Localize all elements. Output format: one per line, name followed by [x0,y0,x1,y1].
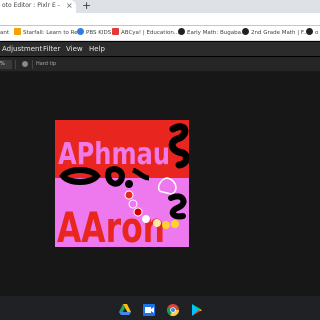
drawn-text-bottom: AAron [57,203,165,247]
brush-preview-icon[interactable] [22,61,28,67]
black-dot [125,180,133,188]
address-bar[interactable] [0,13,320,26]
bookmark-label: ant [0,30,10,36]
globe-icon [178,28,185,35]
toolbar-divider [15,60,16,69]
abcya-icon [112,28,119,35]
toolbar-divider [32,60,33,69]
bookmark-2nd-grade-math[interactable]: 2nd Grade Math | F... [242,28,308,38]
app-menu-bar: Adjustment Filter View Help [0,42,320,56]
bookmark-label: 2nd Grade Math | F... [251,30,309,36]
new-tab-button[interactable]: + [82,0,91,12]
bookmark-abcya[interactable]: ABCya! | Education... [112,28,179,38]
tool-options-bar: % Hard tip [0,57,320,72]
brush-type-label[interactable]: Hard tip [36,60,56,69]
google-play-icon[interactable] [190,303,204,317]
white-outline-shape [157,177,177,195]
bookmarks-bar: ant Starfall: Learn to Re... PBS KIDS AB… [0,26,320,41]
menu-adjustment[interactable]: Adjustment [2,44,42,54]
bookmark-early-math[interactable]: Early Math: Bugaba... [178,28,246,38]
google-meet-icon[interactable] [142,303,156,317]
os-taskbar [0,296,320,320]
starfall-icon [14,28,21,35]
color-dot [171,220,179,228]
image-canvas[interactable]: APhmau AAron [55,120,189,247]
bookmark-starfall[interactable]: Starfall: Learn to Re... [14,28,83,38]
google-drive-icon[interactable] [118,303,132,317]
menu-help[interactable]: Help [89,44,105,54]
chrome-icon[interactable] [166,303,180,317]
browser-tab-strip: oto Editor : Pixlr E - free imag × + [0,0,320,13]
brush-size-select[interactable]: % [0,60,12,69]
color-dot [162,221,170,229]
color-dot [133,207,143,217]
tab-close-icon[interactable]: × [66,1,73,11]
canvas-artwork: APhmau AAron [55,120,189,247]
globe-icon [306,28,313,35]
bookmark-label: PBS KIDS [86,30,112,36]
color-dot [153,219,161,227]
browser-tab-pixlr[interactable]: oto Editor : Pixlr E - free imag × [0,0,76,13]
bookmark-label: Early Math: Bugaba... [187,30,247,36]
color-dot [124,190,134,200]
pbs-kids-icon [77,28,84,35]
globe-icon [242,28,249,35]
tab-title: oto Editor : Pixlr E - free imag [2,2,60,9]
color-dot [142,215,150,223]
bookmark-label: o [315,30,319,36]
bookmark-label: Starfall: Learn to Re... [23,30,83,36]
bookmark-item[interactable]: ant [0,28,9,38]
menu-view[interactable]: View [66,44,83,54]
bookmark-overflow[interactable]: o [306,28,318,38]
menu-filter[interactable]: Filter [43,44,60,54]
bookmark-label: ABCya! | Education... [121,30,180,36]
color-dot [128,199,138,209]
bookmark-pbs-kids[interactable]: PBS KIDS [77,28,111,38]
